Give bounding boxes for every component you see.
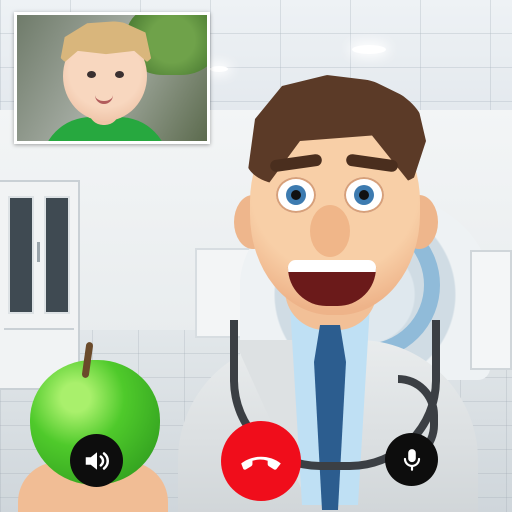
cabinet-glass-door xyxy=(8,196,34,314)
child-eye xyxy=(87,71,96,78)
cabinet-handle xyxy=(37,242,40,262)
doctor-eye xyxy=(276,177,316,213)
phone-hangup-icon xyxy=(241,456,281,470)
medical-cabinet xyxy=(0,180,80,390)
doctor-nose xyxy=(310,205,350,257)
doctor-eye xyxy=(344,177,384,213)
child-eye xyxy=(115,71,124,78)
microphone-button[interactable] xyxy=(385,433,438,486)
speaker-button[interactable] xyxy=(70,434,123,487)
cabinet-glass-door xyxy=(44,196,70,314)
ceiling-light xyxy=(352,45,386,54)
self-video-preview[interactable] xyxy=(14,12,210,144)
end-call-button[interactable] xyxy=(221,421,301,501)
microphone-icon xyxy=(403,448,420,471)
speaker-icon xyxy=(85,451,109,470)
